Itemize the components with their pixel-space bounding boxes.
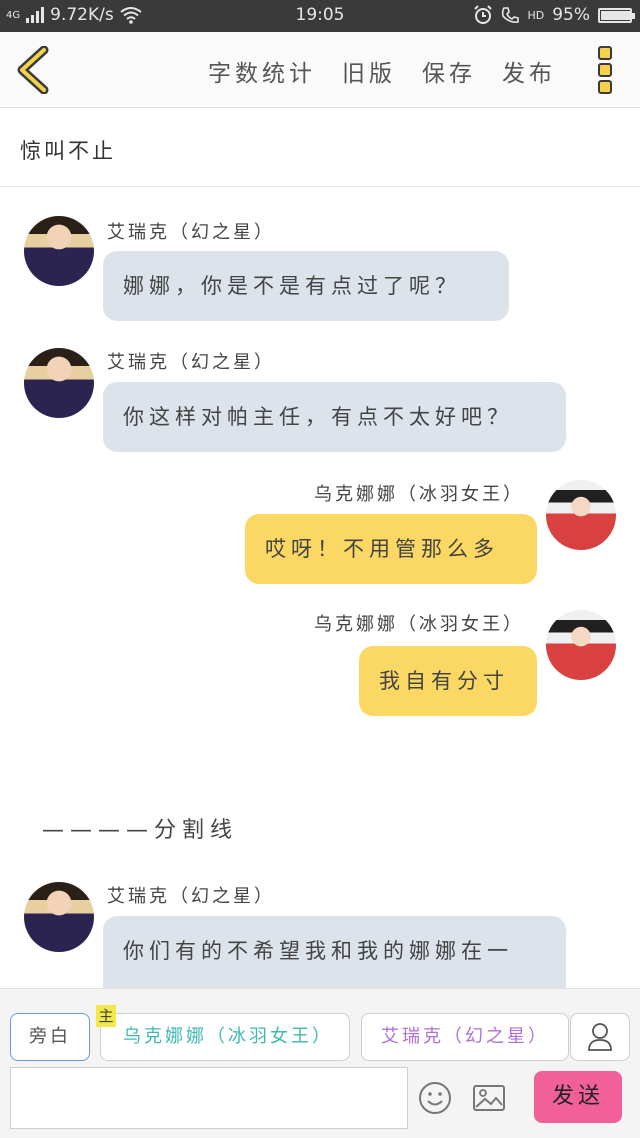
message-input[interactable] [10, 1067, 408, 1129]
publish-button[interactable]: 发布 [502, 54, 556, 88]
phone-icon [502, 7, 520, 23]
role-eric-button[interactable]: 艾瑞克（幻之星） [361, 1013, 569, 1061]
word-count-button[interactable]: 字数统计 [208, 54, 316, 88]
chat-bubble[interactable]: 哎呀！不用管那么多 [245, 514, 537, 584]
chat-bubble[interactable]: 娜娜，你是不是有点过了呢？ [103, 251, 509, 321]
image-icon[interactable] [472, 1081, 506, 1115]
avatar-una[interactable] [546, 480, 616, 550]
section-divider[interactable]: ————分割线 [42, 812, 238, 844]
battery-percent: 95% [552, 5, 590, 25]
avatar-una[interactable] [546, 610, 616, 680]
speaker-name: 艾瑞克（幻之星） [107, 886, 275, 907]
back-chevron-icon[interactable] [14, 46, 54, 94]
speaker-name: 艾瑞克（幻之星） [107, 352, 275, 373]
chat-bubble[interactable]: 你这样对帕主任，有点不太好吧？ [103, 382, 566, 452]
speaker-name: 艾瑞克（幻之星） [107, 222, 275, 243]
main-role-tag: 主 [96, 1005, 116, 1027]
chat-bubble[interactable]: 你们有的不希望我和我的娜娜在一起，哼，我好生气，好你们啊 [103, 916, 566, 988]
avatar-eric[interactable] [24, 348, 94, 418]
speaker-name: 乌克娜娜（冰羽女王） [314, 614, 524, 635]
message-list[interactable]: 艾瑞克（幻之星） 娜娜，你是不是有点过了呢？ 艾瑞克（幻之星） 你这样对帕主任，… [0, 188, 640, 988]
status-bar: 4G 9.72K/s 19:05 HD 95% [0, 0, 640, 32]
hd-badge: HD [527, 8, 545, 22]
composer: 旁白 乌克娜娜（冰羽女王） 主 艾瑞克（幻之星） 发送 [0, 988, 640, 1138]
status-right: HD 95% [473, 5, 635, 25]
speaker-name: 乌克娜娜（冰羽女王） [314, 484, 524, 505]
role-una-button[interactable]: 乌克娜娜（冰羽女王） [100, 1013, 350, 1061]
add-role-button[interactable] [570, 1013, 630, 1061]
save-button[interactable]: 保存 [422, 54, 476, 88]
battery-icon [598, 7, 635, 23]
avatar-eric[interactable] [24, 216, 94, 286]
send-button[interactable]: 发送 [534, 1071, 622, 1123]
battery-fill [601, 10, 630, 20]
toolbar-actions: 字数统计 旧版 保存 发布 [208, 54, 556, 88]
page-title[interactable]: 惊叫不止 [20, 135, 116, 165]
chat-bubble[interactable]: 我自有分寸 [359, 646, 537, 716]
title-row: 惊叫不止 [0, 109, 640, 187]
avatar-eric[interactable] [24, 882, 94, 952]
person-icon [588, 1023, 612, 1051]
editor-toolbar: 字数统计 旧版 保存 发布 [0, 32, 640, 108]
alarm-icon [474, 5, 493, 24]
narration-button[interactable]: 旁白 [10, 1013, 90, 1061]
old-version-button[interactable]: 旧版 [342, 54, 396, 88]
emoji-icon[interactable] [418, 1081, 452, 1115]
more-menu-icon[interactable] [598, 46, 612, 94]
